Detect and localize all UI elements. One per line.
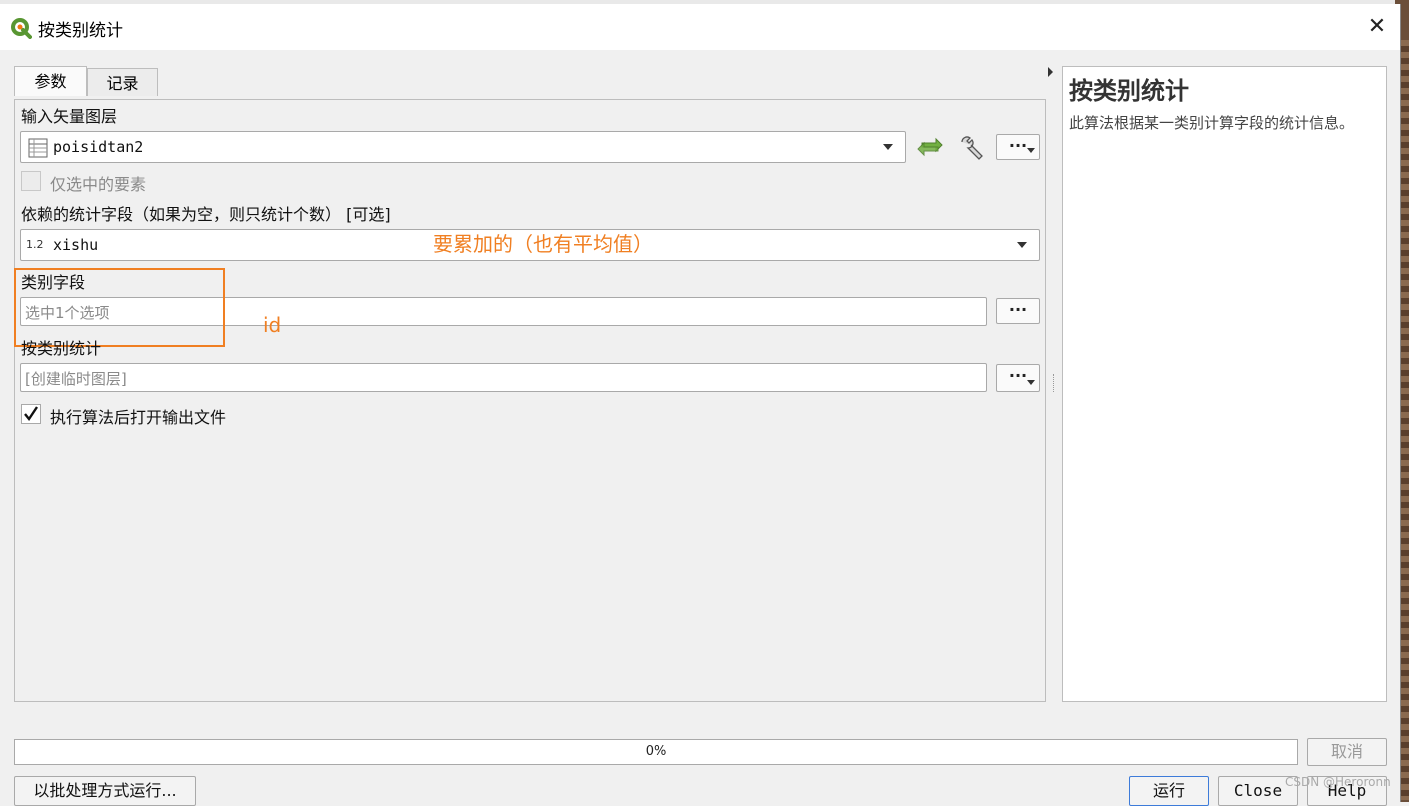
dropdown-arrow-icon: [1027, 380, 1035, 385]
title-bar: 按类别统计 ✕: [0, 4, 1400, 50]
input-layer-more-button[interactable]: ···: [996, 134, 1040, 160]
category-field-select-button[interactable]: ···: [996, 298, 1040, 324]
help-description: 此算法根据某一类别计算字段的统计信息。: [1069, 114, 1355, 132]
output-layer-input[interactable]: [创建临时图层]: [20, 363, 987, 392]
help-title: 按类别统计: [1069, 77, 1189, 105]
qgis-logo-icon: [11, 18, 32, 39]
table-layer-icon: [28, 138, 48, 158]
stat-field-label: 依赖的统计字段（如果为空，则只统计个数） [可选]: [21, 205, 391, 224]
ellipsis-icon: ···: [1008, 366, 1028, 385]
numeric-field-type-icon: 1.2: [26, 238, 44, 251]
iterate-icon[interactable]: [916, 135, 944, 159]
output-layer-placeholder: [创建临时图层]: [25, 370, 127, 388]
input-layer-label: 输入矢量图层: [21, 107, 118, 126]
checkmark-icon: [24, 406, 38, 422]
collapse-help-arrow-icon[interactable]: [1048, 67, 1053, 77]
window-title: 按类别统计: [38, 21, 123, 41]
tab-log[interactable]: 记录: [87, 68, 158, 96]
selected-only-checkbox[interactable]: [21, 171, 41, 191]
open-output-label: 执行算法后打开输出文件: [50, 408, 227, 427]
tab-parameters[interactable]: 参数: [14, 66, 87, 96]
open-output-checkbox[interactable]: [21, 404, 41, 424]
ellipsis-icon: ···: [1008, 300, 1028, 319]
chevron-down-icon: [1017, 242, 1027, 248]
wrench-icon[interactable]: [958, 134, 986, 162]
input-layer-value: poisidtan2: [53, 138, 144, 156]
dialog-window: 按类别统计 ✕ 参数 记录 输入矢量图层 poisidtan2 ··· 仅选中的…: [0, 4, 1401, 806]
output-layer-more-button[interactable]: ···: [996, 364, 1040, 392]
help-panel: 按类别统计 此算法根据某一类别计算字段的统计信息。: [1062, 66, 1387, 702]
parameters-panel: [14, 99, 1046, 702]
annotation-id: id: [263, 313, 282, 337]
stat-field-value: xishu: [53, 236, 99, 254]
cancel-button[interactable]: 取消: [1307, 738, 1387, 766]
progress-text: 0%: [645, 744, 667, 759]
splitter-handle[interactable]: [1053, 374, 1056, 392]
dropdown-arrow-icon: [1027, 148, 1035, 153]
annotation-stat-field: 要累加的（也有平均值）: [433, 232, 653, 256]
output-label: 按类别统计: [21, 339, 102, 358]
background-map-texture: [1400, 40, 1409, 800]
input-layer-combo[interactable]: poisidtan2: [20, 131, 906, 163]
chevron-down-icon: [883, 144, 893, 150]
ellipsis-icon: ···: [1008, 136, 1028, 155]
selected-only-label: 仅选中的要素: [50, 175, 147, 194]
close-window-button[interactable]: ✕: [1364, 14, 1390, 40]
watermark: CSDN @Heroronn: [1285, 775, 1391, 789]
progress-bar: 0%: [14, 739, 1298, 765]
